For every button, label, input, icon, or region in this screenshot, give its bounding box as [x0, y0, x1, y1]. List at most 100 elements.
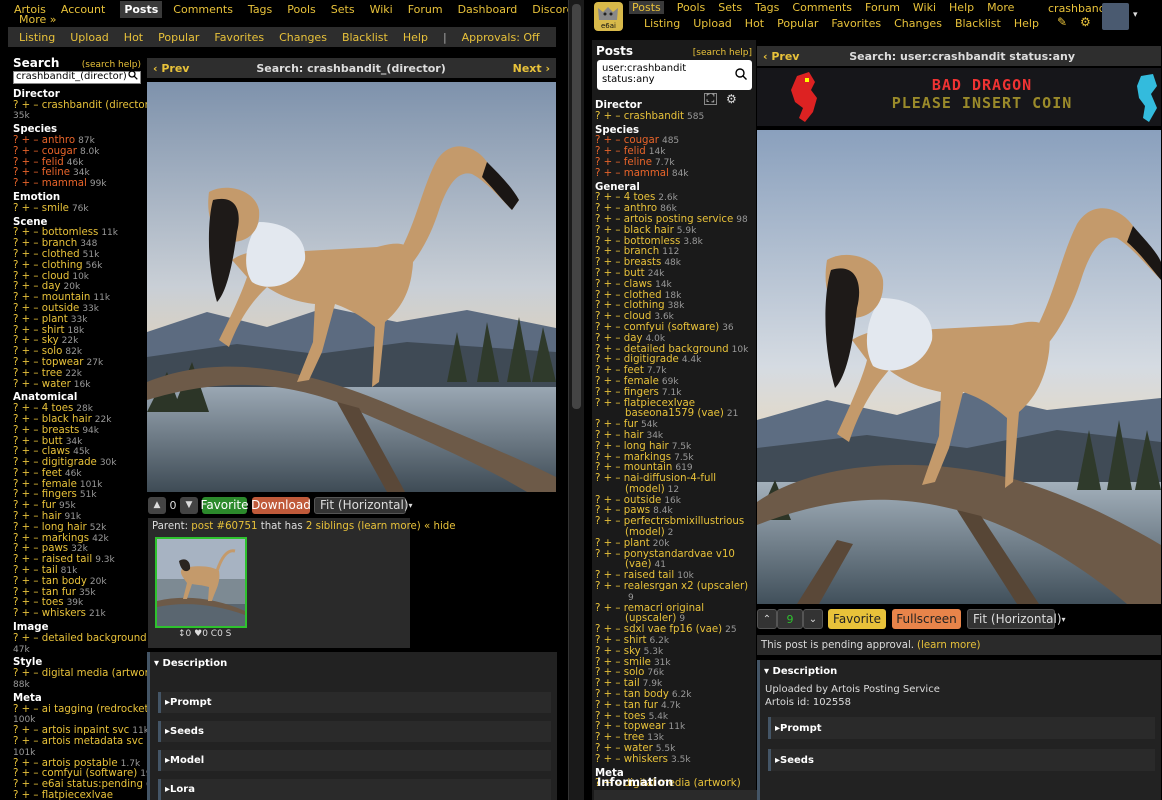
tag-actions[interactable]: ? + – [595, 516, 621, 527]
tag-actions[interactable]: ? + – [13, 271, 39, 282]
nav-discord[interactable]: Discord [532, 3, 568, 16]
tag-actions[interactable]: ? + – [13, 543, 39, 555]
tag-actions[interactable]: ? + – [595, 538, 621, 549]
tag-name-link[interactable]: breasts [624, 257, 662, 268]
tag-name-link[interactable]: female [42, 479, 77, 490]
tag-name-link[interactable]: artois metadata svc [42, 736, 144, 747]
tag-actions[interactable]: ? + – [13, 403, 39, 414]
subnav-changes[interactable]: Changes [279, 31, 327, 44]
subnav-blacklist[interactable]: Blacklist [955, 17, 1001, 30]
tag-name-link[interactable]: fur [42, 500, 56, 511]
tag-actions[interactable]: ? + – [595, 667, 621, 679]
subnav-upload[interactable]: Upload [693, 17, 732, 30]
search-input[interactable]: user:crashbandit status:any [597, 60, 752, 90]
tag-actions[interactable]: ? + – [13, 554, 39, 565]
scrollbar-thumb[interactable] [572, 4, 581, 409]
tag-name-link[interactable]: tan body [42, 576, 87, 587]
tag-name-link[interactable]: cougar [42, 146, 77, 157]
tag-actions[interactable]: ? + – [595, 678, 621, 689]
tag-name-link[interactable]: flatpiecexlvae [624, 398, 695, 409]
download-button[interactable]: Download [251, 496, 311, 514]
pencil-icon[interactable]: ✎ [1057, 15, 1067, 29]
tag-actions[interactable]: ? + – [13, 281, 39, 292]
nav-account[interactable]: Account [61, 3, 105, 16]
tag-actions[interactable]: ? + – [595, 452, 621, 463]
tag-actions[interactable]: ? + – [595, 157, 621, 168]
tag-actions[interactable]: ? + – [13, 736, 39, 747]
tag-actions[interactable]: ? + – [595, 290, 621, 301]
parent-thumbnail[interactable] [155, 537, 247, 628]
tag-actions[interactable]: ? + – [13, 314, 39, 325]
tag-actions[interactable]: ? + – [595, 754, 621, 765]
tag-actions[interactable]: ? + – [595, 354, 621, 365]
tag-actions[interactable]: ? + – [595, 214, 621, 225]
tag-name-link[interactable]: markings [42, 533, 89, 544]
nav-sets[interactable]: Sets [718, 1, 742, 14]
tag-actions[interactable]: ? + – [595, 646, 621, 657]
tag-name-link[interactable]: water [624, 743, 653, 754]
tag-actions[interactable]: ? + – [595, 322, 621, 333]
tag-actions[interactable]: ? + – [13, 668, 39, 679]
tag-name-link[interactable]: detailed background [624, 344, 729, 355]
nav-posts[interactable]: Posts [120, 0, 163, 18]
search-help-link[interactable]: [search help] [693, 48, 752, 58]
tag-actions[interactable]: ? + – [13, 500, 39, 511]
downvote-button[interactable]: ▼ [180, 496, 198, 514]
tag-actions[interactable]: ? + – [595, 441, 621, 452]
tag-name-link[interactable]: cougar [624, 135, 659, 146]
tag-name-link[interactable]: 4 toes [42, 403, 74, 414]
tag-actions[interactable]: ? + – [13, 303, 39, 314]
tag-name-link[interactable]: fingers [42, 489, 77, 501]
nav-tags[interactable]: Tags [248, 3, 272, 16]
fit-select[interactable]: Fit (Horizontal) ▾ [314, 496, 413, 514]
tag-actions[interactable]: ? + – [595, 473, 621, 484]
nav-comments[interactable]: Comments [792, 1, 852, 14]
tag-actions[interactable]: ? + – [13, 100, 39, 111]
tag-name-link[interactable]: baseona1579 (vae) [625, 408, 724, 419]
downvote-button[interactable]: ⌄ [803, 609, 823, 629]
section-seeds[interactable]: ▸ Seeds [768, 749, 1155, 771]
section-description[interactable]: ▾ Description [150, 652, 557, 692]
section-model[interactable]: ▸ Model [158, 750, 551, 771]
approvals-toggle[interactable]: Approvals: Off [462, 31, 540, 44]
tag-name-link[interactable]: raised tail [624, 570, 674, 581]
tag-name-link[interactable]: anthro [624, 203, 657, 214]
tag-actions[interactable]: ? + – [595, 168, 621, 179]
tag-name-link[interactable]: artois postable [42, 758, 118, 769]
search-icon[interactable] [735, 68, 747, 83]
tag-actions[interactable]: ? + – [13, 758, 39, 769]
tag-actions[interactable]: ? + – [13, 325, 39, 336]
prev-link[interactable]: ‹ Prev [153, 62, 189, 75]
tag-actions[interactable]: ? + – [595, 419, 621, 430]
tag-name-link[interactable]: feline [42, 167, 70, 178]
subnav-blacklist[interactable]: Blacklist [342, 31, 388, 44]
tag-actions[interactable]: ? + – [595, 495, 621, 506]
tag-actions[interactable]: ? + – [13, 227, 39, 238]
nav-forum[interactable]: Forum [865, 1, 900, 14]
tag-name-link[interactable]: outside [624, 495, 662, 506]
tag-name-link[interactable]: paws [624, 505, 650, 517]
tag-name-link[interactable]: crashbandit [624, 111, 684, 122]
tag-actions[interactable]: ? + – [13, 335, 39, 346]
tag-name-link[interactable]: whiskers [624, 754, 668, 765]
tag-name-link[interactable]: mountain [624, 462, 673, 473]
tag-actions[interactable]: ? + – [13, 511, 39, 522]
tag-actions[interactable]: ? + – [595, 225, 621, 236]
tag-name-link[interactable]: topwear [624, 721, 666, 733]
gear-icon[interactable]: ⚙ [1080, 15, 1091, 29]
subnav-favorites[interactable]: Favorites [831, 17, 881, 30]
tag-name-link[interactable]: feet [42, 468, 62, 479]
tag-name-link[interactable]: markings [624, 452, 671, 463]
tag-name-link[interactable]: anthro [42, 135, 75, 146]
tag-actions[interactable]: ? + – [13, 725, 39, 736]
section-prompt[interactable]: ▸ Prompt [768, 717, 1155, 739]
tag-actions[interactable]: ? + – [595, 743, 621, 754]
tag-actions[interactable]: ? + – [13, 587, 39, 598]
tag-actions[interactable]: ? + – [595, 135, 621, 146]
tag-actions[interactable]: ? + – [13, 533, 39, 544]
tag-name-link[interactable]: shirt [624, 635, 647, 646]
nav-pools[interactable]: Pools [677, 1, 706, 14]
nav-wiki[interactable]: Wiki [913, 1, 936, 14]
nav-comments[interactable]: Comments [173, 3, 233, 16]
tag-actions[interactable]: ? + – [595, 365, 621, 376]
